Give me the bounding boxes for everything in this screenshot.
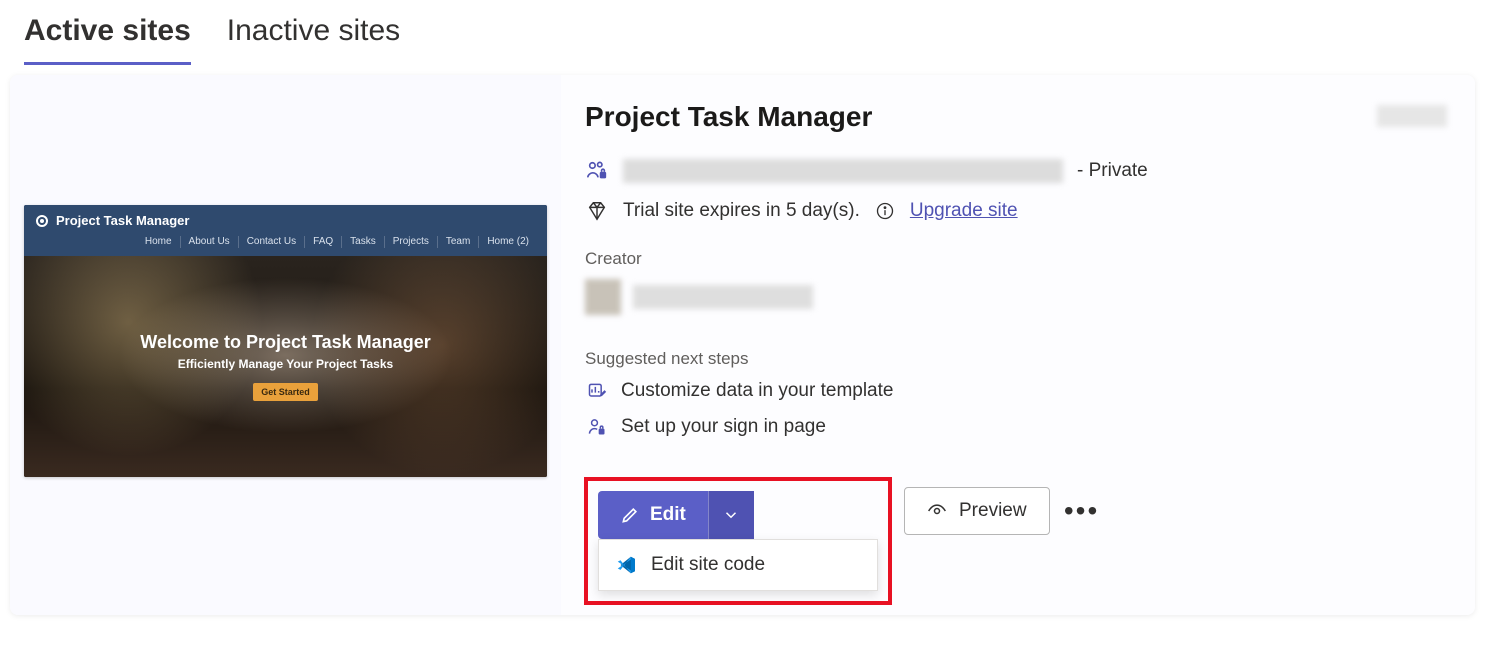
visibility-label: - Private — [1077, 160, 1148, 182]
tab-active-sites[interactable]: Active sites — [24, 14, 191, 65]
edit-split-button: Edit — [598, 491, 878, 539]
thumb-header: Project Task Manager — [24, 205, 547, 232]
status-badge — [1377, 105, 1447, 127]
site-thumbnail[interactable]: Project Task Manager Home About Us Conta… — [24, 205, 547, 477]
thumb-hero-cta: Get Started — [253, 383, 318, 401]
edit-highlight-box: Edit Edit site code — [584, 477, 892, 605]
diamond-icon — [585, 199, 609, 223]
actions-row: Edit Edit site code — [584, 477, 1102, 605]
thumb-nav-item: Contact Us — [239, 236, 305, 248]
suggested-label: Suggested next steps — [585, 349, 1447, 369]
thumb-hero-title: Welcome to Project Task Manager — [140, 332, 430, 353]
ellipsis-icon: ••• — [1064, 495, 1099, 527]
visibility-row: - Private — [585, 159, 1447, 183]
tab-inactive-sites[interactable]: Inactive sites — [227, 14, 400, 65]
thumb-nav-item: Projects — [385, 236, 438, 248]
tabs: Active sites Inactive sites — [0, 0, 1485, 65]
thumb-title: Project Task Manager — [56, 213, 189, 228]
preview-button[interactable]: Preview — [904, 487, 1050, 535]
edit-button-label: Edit — [650, 504, 686, 526]
suggest-signin-page[interactable]: Set up your sign in page — [585, 415, 1447, 439]
pencil-icon — [620, 505, 640, 525]
preview-button-label: Preview — [959, 500, 1027, 522]
site-card: Project Task Manager Home About Us Conta… — [10, 75, 1475, 615]
thumb-hero-text: Welcome to Project Task Manager Efficien… — [140, 332, 430, 371]
thumb-nav-item: FAQ — [305, 236, 342, 248]
edit-dropdown-toggle[interactable] — [708, 491, 754, 539]
thumb-nav: Home About Us Contact Us FAQ Tasks Proje… — [24, 232, 547, 256]
edit-site-code-item[interactable]: Edit site code — [599, 540, 877, 590]
visibility-url-redacted — [623, 159, 1063, 183]
creator-label: Creator — [585, 249, 1447, 269]
suggest-customize-data[interactable]: Customize data in your template — [585, 379, 1447, 403]
more-actions-button[interactable]: ••• — [1062, 487, 1102, 535]
thumb-nav-item: Home — [137, 236, 181, 248]
thumb-nav-item: Tasks — [342, 236, 385, 248]
thumbnail-column: Project Task Manager Home About Us Conta… — [10, 75, 561, 615]
thumb-hero: Welcome to Project Task Manager Efficien… — [24, 256, 547, 477]
suggest-item-label: Set up your sign in page — [621, 416, 826, 438]
edit-button[interactable]: Edit — [598, 491, 708, 539]
chart-edit-icon — [585, 379, 609, 403]
info-icon[interactable] — [874, 200, 896, 222]
chevron-down-icon — [722, 506, 740, 524]
person-lock-icon — [585, 415, 609, 439]
thumb-nav-item: Team — [438, 236, 479, 248]
suggest-item-label: Customize data in your template — [621, 380, 893, 402]
thumb-nav-item: About Us — [181, 236, 239, 248]
people-lock-icon — [585, 159, 609, 183]
trial-text: Trial site expires in 5 day(s). — [623, 200, 860, 222]
thumb-logo-icon — [36, 215, 48, 227]
thumb-nav-item: Home (2) — [479, 236, 537, 248]
preview-icon — [927, 501, 947, 521]
trial-row: Trial site expires in 5 day(s). Upgrade … — [585, 199, 1447, 223]
creator-row — [585, 279, 1447, 315]
vscode-icon — [615, 554, 637, 576]
site-title: Project Task Manager — [585, 101, 1447, 133]
creator-avatar — [585, 279, 621, 315]
edit-dropdown-menu: Edit site code — [598, 539, 878, 591]
thumb-hero-subtitle: Efficiently Manage Your Project Tasks — [140, 357, 430, 371]
creator-name-redacted — [633, 285, 813, 309]
edit-site-code-label: Edit site code — [651, 554, 765, 576]
upgrade-site-link[interactable]: Upgrade site — [910, 200, 1018, 222]
